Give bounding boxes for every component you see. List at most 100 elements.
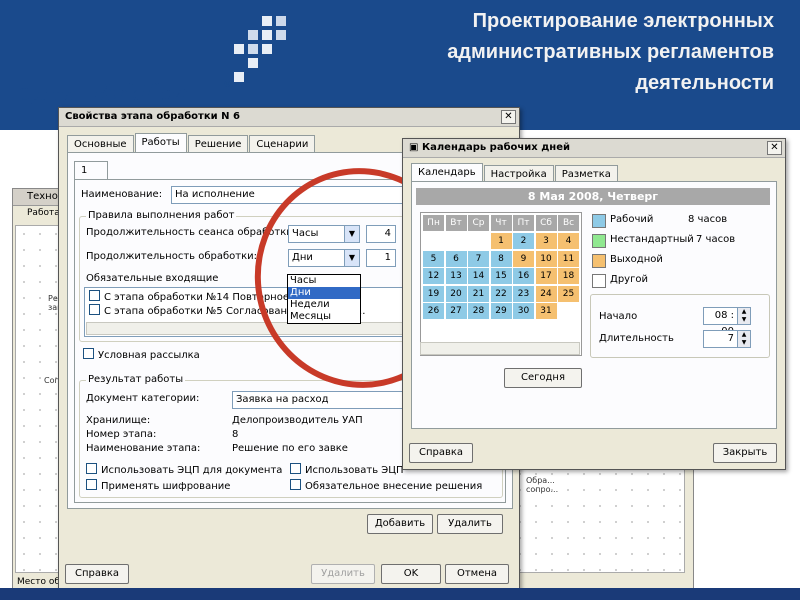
add-button[interactable]: Добавить	[367, 514, 433, 534]
checkbox-icon[interactable]	[290, 479, 301, 490]
checkbox-icon[interactable]	[89, 290, 100, 301]
mandatory-decision-checkbox[interactable]: Обязательное внесение решения	[290, 479, 482, 492]
legend-value: 8 часов	[688, 214, 728, 225]
calendar-day[interactable]: 29	[490, 303, 512, 319]
calendar-day[interactable]: 18	[558, 268, 579, 284]
cancel-button[interactable]: Отмена	[445, 564, 509, 584]
calendar-day[interactable]: 2	[513, 233, 534, 249]
calendar-day[interactable]: 31	[535, 303, 557, 319]
calendar-day[interactable]: 1	[490, 233, 512, 249]
conditional-mailing-label: Условная рассылка	[98, 350, 200, 361]
calendar-day[interactable]: 17	[535, 268, 557, 284]
calendar-day[interactable]: 15	[490, 268, 512, 284]
mandatory-decision-label: Обязательное внесение решения	[305, 481, 483, 492]
calendar-day[interactable]: 10	[535, 250, 557, 267]
encryption-checkbox[interactable]: Применять шифрование	[86, 479, 230, 492]
calendar-empty-cell	[558, 303, 579, 319]
checkbox-icon[interactable]	[290, 463, 301, 474]
calendar-day[interactable]: 22	[490, 285, 512, 302]
use-eds-document-checkbox[interactable]: Использовать ЭЦП для документа	[86, 463, 282, 476]
calendar-day[interactable]: 26	[423, 303, 444, 319]
time-group: Начало 08 : 00 ▲▼ Длительность 7 ▲▼	[590, 294, 770, 358]
checkbox-icon[interactable]	[86, 479, 97, 490]
calendar-day[interactable]: 25	[558, 285, 579, 302]
calendar-icon: ▣	[409, 142, 422, 153]
weekday-header: Вс	[558, 215, 579, 231]
calendar-title-text: Календарь рабочих дней	[421, 142, 570, 153]
slide-bottom-bar	[0, 588, 800, 600]
spin-arrows-icon[interactable]: ▲ ▼	[737, 308, 750, 324]
stage-properties-title-text: Свойства этапа обработки N 6	[65, 111, 240, 122]
calendar-day[interactable]: 4	[558, 233, 579, 249]
legend-swatch-nonstandard	[592, 234, 606, 248]
doc-category-label: Документ категории:	[86, 393, 200, 404]
logo-workflow-text: WorkFlow	[88, 80, 188, 106]
tab-main[interactable]: Основные	[67, 135, 134, 153]
today-button[interactable]: Сегодня	[504, 368, 582, 388]
result-group-title: Результат работы	[86, 374, 186, 385]
checkbox-icon[interactable]	[89, 304, 100, 315]
calendar-day[interactable]: 5	[423, 250, 444, 267]
tab-calendar[interactable]: Календарь	[411, 163, 483, 183]
calendar-day[interactable]: 19	[423, 285, 444, 302]
help-button[interactable]: Справка	[65, 564, 129, 584]
calendar-day[interactable]: 6	[445, 250, 467, 267]
close-icon[interactable]: ✕	[767, 141, 782, 155]
logo-optima-text: Optima-	[18, 84, 78, 104]
start-label: Начало	[599, 311, 638, 322]
length-input[interactable]: 7 ▲ ▼	[703, 330, 751, 348]
close-icon[interactable]: ✕	[501, 110, 516, 124]
calendar-day[interactable]: 28	[468, 303, 489, 319]
calendar-day[interactable]: 3	[535, 233, 557, 249]
calendar-day[interactable]: 11	[558, 250, 579, 267]
legend-label: Нестандартный	[610, 234, 694, 245]
calendar-day[interactable]: 23	[513, 285, 534, 302]
legend-label: Выходной	[610, 254, 663, 265]
length-value: 7	[727, 333, 734, 344]
canvas-node[interactable]: Обра... сопро...	[526, 476, 566, 494]
calendar-panel: 8 Мая 2008, Четверг Пн Вт Ср Чт Пт Сб Вс 1 2 3 4 5 6…	[411, 181, 777, 429]
calendar-day[interactable]: 24	[535, 285, 557, 302]
conditional-mailing-checkbox[interactable]: Условная рассылка	[83, 348, 200, 361]
calendar-close-button[interactable]: Закрыть	[713, 443, 777, 463]
start-time-input[interactable]: 08 : 00 ▲▼	[703, 307, 751, 337]
stage-name-label: Наименование этапа:	[86, 443, 201, 454]
use-eds-document-label: Использовать ЭЦП для документа	[101, 465, 283, 476]
checkbox-icon[interactable]	[83, 348, 94, 359]
use-eds-checkbox[interactable]: Использовать ЭЦП	[290, 463, 404, 476]
weekday-header: Вт	[445, 215, 467, 231]
checkbox-icon[interactable]	[86, 463, 97, 474]
calendar-day[interactable]: 9	[513, 250, 534, 267]
calendar-day[interactable]: 8	[490, 250, 512, 267]
remove-button[interactable]: Удалить	[437, 514, 503, 534]
month-grid[interactable]: Пн Вт Ср Чт Пт Сб Вс 1 2 3 4 5 6 7 8 9 10 11 12 13 14 15 16 17 1…	[420, 212, 582, 356]
calendar-day[interactable]: 12	[423, 268, 444, 284]
stage-number-label: Номер этапа:	[86, 429, 157, 440]
calendar-day[interactable]: 7	[468, 250, 489, 267]
length-label: Длительность	[599, 333, 674, 344]
ok-button[interactable]: OK	[381, 564, 441, 584]
calendar-day[interactable]: 13	[445, 268, 467, 284]
storage-label: Хранилище:	[86, 415, 151, 426]
legend-label: Другой	[610, 274, 648, 285]
delete-button[interactable]: Удалить	[311, 564, 375, 584]
calendar-day[interactable]: 21	[468, 285, 489, 302]
horizontal-scrollbar[interactable]	[420, 342, 580, 355]
calendar-help-button[interactable]: Справка	[409, 443, 473, 463]
tab-decision[interactable]: Решение	[187, 135, 249, 153]
calendar-day[interactable]: 14	[468, 268, 489, 284]
calendar-day[interactable]: 27	[445, 303, 467, 319]
tab-scenarios[interactable]: Сценарии	[249, 135, 316, 153]
calendar-day[interactable]: 30	[513, 303, 534, 319]
stage-name-value: Решение по его завке	[232, 443, 348, 454]
spin-arrows-icon[interactable]: ▲ ▼	[737, 331, 750, 347]
calendar-day[interactable]: 16	[513, 268, 534, 284]
tab-works[interactable]: Работы	[134, 133, 187, 153]
use-eds-label: Использовать ЭЦП	[305, 465, 404, 476]
stage-properties-title: Свойства этапа обработки N 6 ✕	[59, 108, 519, 127]
calendar-day[interactable]: 20	[445, 285, 467, 302]
slide-headline: Проектирование электронных административ…	[447, 10, 774, 94]
work-calendar-dialog: ▣ Календарь рабочих дней ✕ Календарь Нас…	[402, 138, 786, 470]
logo-registered-mark: ®	[223, 80, 232, 90]
subtab-1[interactable]: 1	[74, 161, 108, 181]
